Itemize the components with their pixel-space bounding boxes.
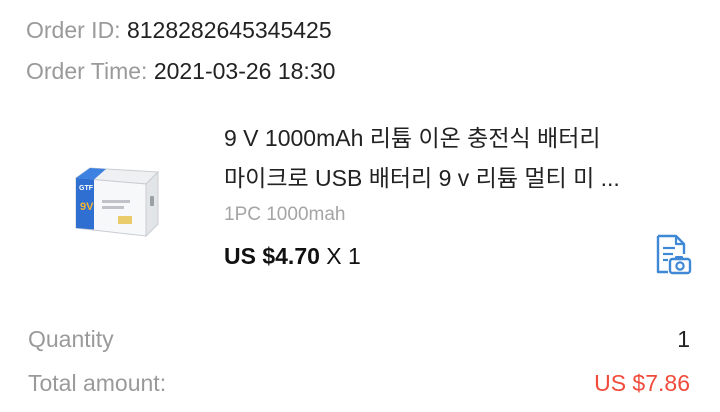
order-time-value: 2021-03-26 18:30 (153, 58, 336, 84)
product-title-line-2: 마이크로 USB 배터리 9 v 리튬 멀티 미 ... (224, 165, 620, 191)
order-time-row: Order Time: 2021-03-26 18:30 (26, 57, 335, 85)
order-id-value: 8128282645345425 (126, 17, 332, 43)
quantity-value: 1 (677, 326, 690, 352)
unit-price: US $4.70 (224, 243, 320, 269)
order-id-row: Order ID: 8128282645345425 (26, 16, 332, 44)
quantity-multiplier: X 1 (326, 243, 361, 269)
battery-brand-text: GTF (79, 185, 94, 192)
price-row: US $4.70 X 1 (224, 243, 361, 270)
battery-voltage-text: 9V (80, 201, 94, 213)
product-variant: 1PC 1000mah (224, 204, 346, 225)
document-camera-icon[interactable] (648, 232, 694, 278)
order-id-label: Order ID: (26, 17, 121, 43)
product-title[interactable]: 9 V 1000mAh 리튬 이온 충전식 배터리 마이크로 USB 배터리 9… (224, 118, 684, 198)
quantity-label: Quantity (28, 326, 114, 352)
product-image[interactable]: GTF 9V (68, 166, 160, 238)
order-time-label: Order Time: (26, 58, 148, 84)
total-amount-value: US $7.86 (594, 370, 690, 396)
total-amount-label: Total amount: (28, 370, 167, 396)
product-title-line-1: 9 V 1000mAh 리튬 이온 충전식 배터리 (224, 125, 601, 151)
